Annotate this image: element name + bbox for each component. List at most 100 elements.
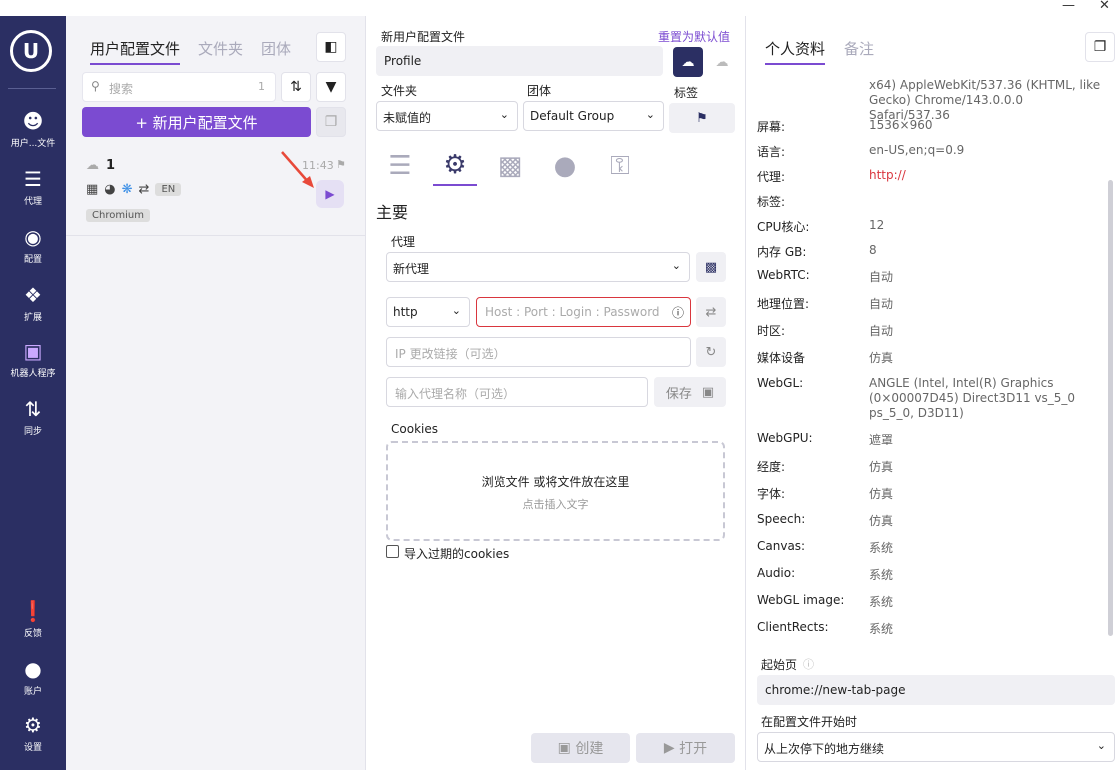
on-start-select[interactable]: 从上次停下的地方继续 ⌄ [757, 732, 1115, 762]
protocol-select[interactable]: http ⌄ [386, 297, 470, 327]
protocol-value: http [393, 305, 418, 319]
help-icon[interactable]: ⓘ [803, 656, 814, 672]
profile-overview: 个人资料 备注 ❐ x64) AppleWebKit/537.36 (KHTML… [747, 16, 1118, 770]
batch-create-button[interactable]: ❐ [316, 107, 346, 137]
user-gear-icon: ⚙ [443, 150, 467, 180]
play-circle-icon: ▶ [663, 740, 675, 756]
tab-profile-info[interactable]: 个人资料 [765, 38, 826, 65]
import-expired-checkbox[interactable] [386, 545, 399, 558]
webrtc-key: WebRTC: [757, 268, 810, 282]
folder-select[interactable]: 未赋值的 ⌄ [376, 101, 518, 131]
sort-button[interactable]: ⇅ [281, 72, 311, 102]
sliders-icon: ☰ [388, 151, 412, 181]
language-chip: EN [155, 183, 182, 196]
save-proxy-button[interactable]: 保存 ▣ [654, 377, 726, 407]
nav-item-proxy[interactable]: ☰ 代理 [0, 168, 66, 207]
swap-icon: ⇄ [138, 182, 150, 197]
proxy-manager-button[interactable]: ▩ [696, 252, 726, 282]
pin-icon[interactable]: ⚑ [336, 158, 346, 171]
tab-keys-settings[interactable]: ⚿ [598, 146, 642, 186]
on-start-value: 从上次停下的地方继续 [764, 742, 885, 756]
nav-label: 反馈 [23, 629, 42, 639]
sort-icon: ⇅ [290, 79, 302, 95]
start-page-input[interactable]: chrome://new-tab-page [757, 675, 1115, 705]
key-icon: ⚿ [610, 150, 630, 181]
new-profile-button[interactable]: + 新用户配置文件 [82, 107, 311, 137]
group-select[interactable]: Default Group ⌄ [523, 101, 664, 131]
fingerprint-icon: ◉ [24, 225, 42, 249]
nav-label: 同步 [23, 427, 42, 437]
nav-item-profiles[interactable]: ☻ 用户...文件 [0, 110, 66, 149]
geolocation-key: 地理位置: [757, 297, 810, 311]
tab-folders[interactable]: 文件夹 [198, 38, 243, 59]
webgl-value: ANGLE (Intel, Intel(R) Graphics (0×00007… [869, 376, 1076, 420]
nav-item-sync[interactable]: ⇅ 同步 [0, 398, 66, 437]
proxy-host-input[interactable]: Host : Port : Login : Password ⓘ [476, 297, 691, 327]
cloud-save-button[interactable]: ☁ [673, 47, 703, 77]
search-input[interactable]: ⚲ 搜索 1 [82, 72, 276, 102]
cloud-sync-button[interactable]: ☁ [707, 47, 737, 77]
webgl-key: WebGL: [757, 376, 804, 390]
launch-profile-button[interactable]: ▶ [316, 180, 344, 208]
proxy-label: 代理 [391, 235, 416, 249]
gear-icon: ⚙ [24, 713, 42, 737]
windows-icon: ▦ [86, 182, 99, 197]
group-label: 团体 [527, 84, 552, 98]
nav-label: 配置 [23, 255, 42, 265]
nav-label: 用户...文件 [10, 139, 56, 149]
webrtc-value: 自动 [869, 270, 894, 284]
folder-label: 文件夹 [381, 84, 418, 98]
tab-hardware-settings[interactable]: ▩ [488, 146, 532, 186]
minimize-button[interactable]: — [1062, 0, 1075, 13]
refresh-ip-button[interactable]: ↻ [696, 337, 726, 367]
sidebar-toggle-icon: ◧ [324, 39, 338, 55]
dropzone-text: 浏览文件 或将文件放在这里 [481, 475, 630, 489]
reset-defaults-link[interactable]: 重置为默认值 [658, 28, 730, 45]
overview-scrollbar[interactable] [1108, 180, 1113, 636]
cookies-label: Cookies [391, 422, 438, 436]
close-button[interactable]: ✕ [1099, 0, 1110, 13]
open-button[interactable]: ▶ 打开 [636, 733, 735, 763]
swap-proxy-button[interactable]: ⇄ [696, 297, 726, 327]
nav-item-config[interactable]: ◉ 配置 [0, 226, 66, 265]
audio-value: 系统 [869, 568, 894, 582]
tag-button[interactable]: ⚑ [669, 103, 735, 133]
refresh-icon: ↻ [705, 344, 717, 360]
chevron-down-icon: ⌄ [451, 304, 461, 317]
copy-overview-button[interactable]: ❐ [1085, 32, 1115, 62]
tab-proxy-settings[interactable]: ⚙ [433, 146, 477, 186]
nav-label: 账户 [23, 687, 42, 697]
profiles-panel: 用户配置文件 文件夹 团体 ◧ ⚲ 搜索 1 ⇅ ▼ + 新用户配置文件 ❐ ☁… [66, 16, 366, 770]
save-label: 保存 [665, 386, 692, 402]
tab-groups[interactable]: 团体 [261, 38, 291, 59]
profile-list-item[interactable]: ☁ 1 11:43 ⚑ ▦ ◕ ❋ ⇄ EN ▶ Chromium [66, 150, 366, 236]
chip-icon: ▩ [497, 151, 523, 181]
create-button[interactable]: ▣ 创建 [531, 733, 630, 763]
cookies-dropzone[interactable]: 浏览文件 或将文件放在这里 点击插入文字 [386, 441, 725, 541]
tab-cookies-settings[interactable]: ● [543, 146, 587, 186]
clientrects-value: 系统 [869, 622, 894, 636]
speech-key: Speech: [757, 512, 806, 526]
nav-item-settings[interactable]: ⚙ 设置 [0, 714, 66, 753]
tab-notes[interactable]: 备注 [844, 38, 874, 59]
nav-item-extensions[interactable]: ❖ 扩展 [0, 284, 66, 323]
nav-item-account[interactable]: ● 账户 [0, 658, 66, 697]
proxy-value: 新代理 [393, 262, 430, 276]
tab-general-settings[interactable]: ☰ [378, 146, 422, 186]
proxy-name-input[interactable]: 输入代理名称（可选） [386, 377, 648, 407]
on-start-label: 在配置文件开始时 [761, 715, 858, 729]
profile-name-input[interactable]: Profile [376, 46, 663, 76]
timezone-key: 时区: [757, 324, 786, 338]
tab-profiles[interactable]: 用户配置文件 [90, 38, 181, 65]
loading-icon: ❋ [121, 182, 133, 197]
filter-button[interactable]: ▼ [316, 72, 346, 102]
canvas-key: Canvas: [757, 539, 806, 553]
panel-toggle-button[interactable]: ◧ [316, 32, 346, 62]
start-page-label: 起始页 [761, 658, 798, 672]
import-expired-label: 导入过期的cookies [404, 547, 510, 561]
chevron-down-icon: ⌄ [499, 108, 509, 121]
nav-item-feedback[interactable]: ❗ 反馈 [0, 600, 66, 639]
ip-change-link-input[interactable]: IP 更改链接（可选） [386, 337, 691, 367]
proxy-select[interactable]: 新代理 ⌄ [386, 252, 690, 282]
nav-item-robot[interactable]: ▣ 机器人程序 [0, 340, 66, 379]
